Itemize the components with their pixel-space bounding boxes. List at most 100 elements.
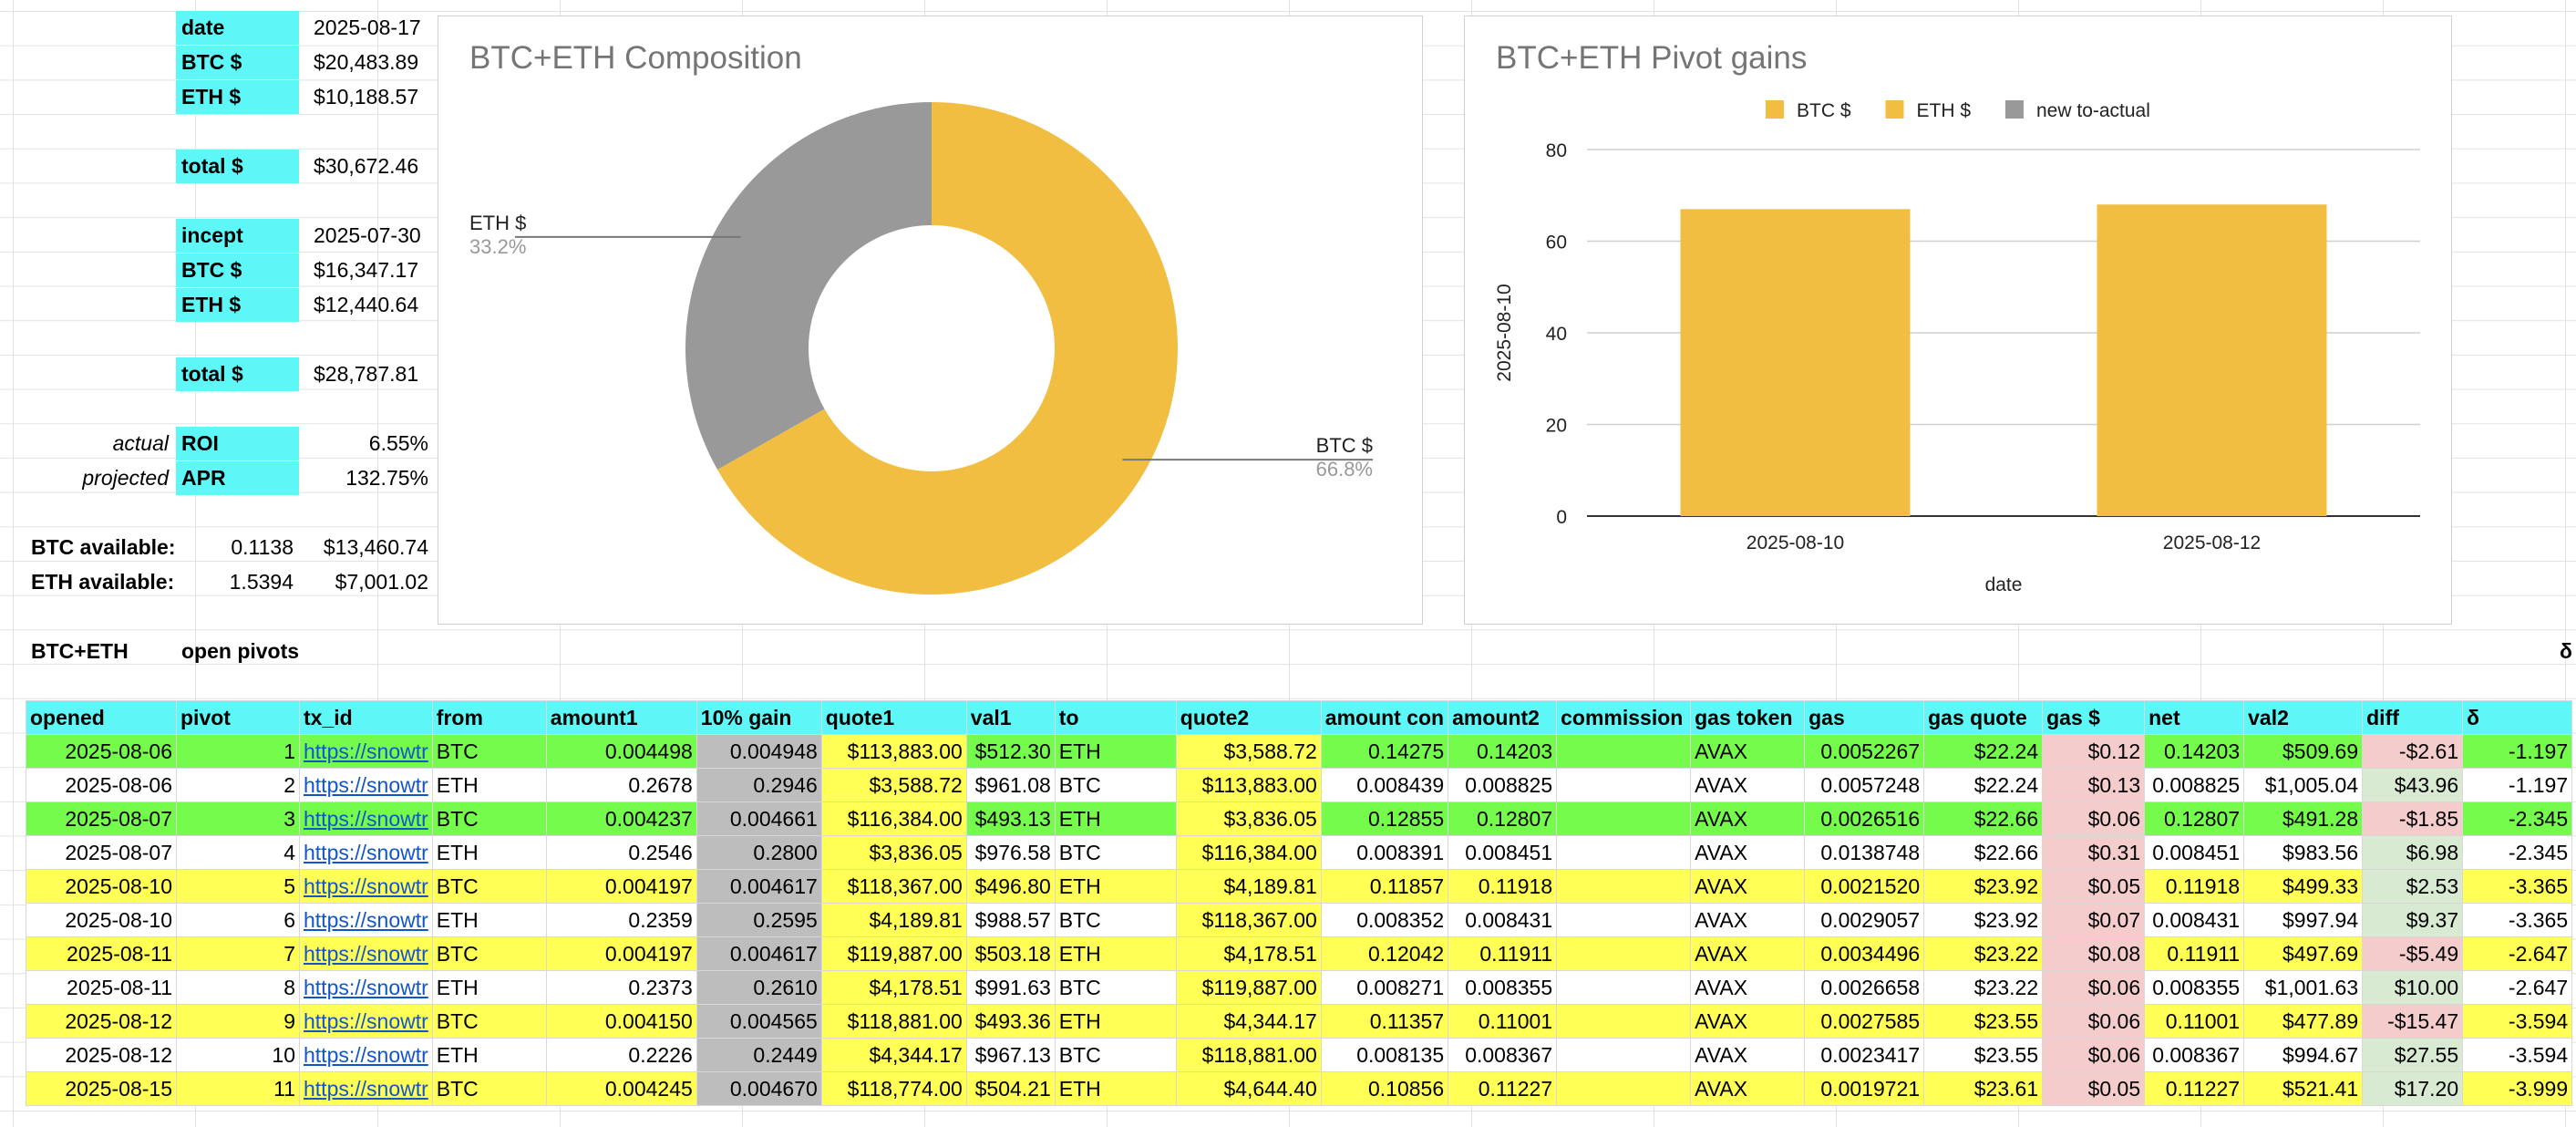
column-header[interactable]: gas quote (1923, 700, 2044, 735)
date-value[interactable]: 2025-08-17 (308, 11, 434, 45)
table-cell[interactable]: $23.22 (1923, 936, 2044, 971)
column-header[interactable]: gas (1804, 700, 1925, 735)
table-cell[interactable]: 0.008439 (1320, 768, 1449, 802)
table-cell[interactable]: 0.0034496 (1804, 936, 1925, 971)
table-cell[interactable]: -3.594 (2462, 1004, 2573, 1039)
table-cell[interactable]: $3,588.72 (1175, 734, 1322, 769)
table-cell[interactable]: ETH (1054, 869, 1177, 904)
table-cell[interactable] (1556, 970, 1692, 1005)
table-cell[interactable]: 0.2678 (545, 768, 697, 802)
table-cell[interactable]: 6 (176, 903, 300, 937)
table-cell[interactable] (1556, 734, 1692, 769)
table-cell[interactable]: 0.008451 (1448, 835, 1558, 870)
table-cell[interactable]: $0.13 (2042, 768, 2146, 802)
table-cell[interactable]: $477.89 (2243, 1004, 2364, 1039)
table-cell[interactable]: 0.11918 (1448, 869, 1558, 904)
table-cell[interactable]: 0.004197 (545, 869, 697, 904)
table-cell[interactable]: BTC (431, 801, 547, 836)
table-cell[interactable]: $503.18 (965, 936, 1056, 971)
table-cell[interactable]: 0.008825 (2144, 768, 2245, 802)
table-cell[interactable]: $967.13 (965, 1038, 1056, 1072)
table-cell[interactable]: $3,836.05 (1175, 801, 1322, 836)
table-cell[interactable]: 0.0026658 (1804, 970, 1925, 1005)
table-cell[interactable]: $0.31 (2042, 835, 2146, 870)
table-cell[interactable] (1556, 1004, 1692, 1039)
tx-link[interactable]: https://snowtr (299, 1038, 433, 1072)
table-cell[interactable]: 0.11227 (1448, 1071, 1558, 1106)
table-cell[interactable]: $4,178.51 (1175, 936, 1322, 971)
table-cell[interactable]: ETH (431, 903, 547, 937)
table-cell[interactable]: 0.2359 (545, 903, 697, 937)
btc-available-usd[interactable]: $13,460.74 (308, 531, 434, 564)
table-cell[interactable] (1556, 801, 1692, 836)
table-cell[interactable]: $988.57 (965, 903, 1056, 937)
date-label[interactable]: date (176, 11, 299, 45)
incept-value[interactable]: 2025-07-30 (308, 219, 434, 253)
column-header[interactable]: amount2 (1448, 700, 1558, 735)
eth-available-usd[interactable]: $7,001.02 (308, 565, 434, 599)
table-cell[interactable]: $499.33 (2243, 869, 2364, 904)
table-cell[interactable]: 0.11911 (1448, 936, 1558, 971)
table-cell[interactable]: $43.96 (2362, 768, 2464, 802)
table-cell[interactable]: $23.61 (1923, 1071, 2044, 1106)
column-header[interactable]: net (2144, 700, 2245, 735)
table-cell[interactable]: 0.11357 (1320, 1004, 1449, 1039)
table-cell[interactable]: $4,189.81 (820, 903, 967, 937)
table-cell[interactable]: BTC (1054, 1038, 1177, 1072)
incept-eth-label[interactable]: ETH $ (176, 288, 299, 322)
table-cell[interactable]: $961.08 (965, 768, 1056, 802)
table-cell[interactable]: 0.2946 (696, 768, 822, 802)
table-cell[interactable]: $23.92 (1923, 869, 2044, 904)
column-header[interactable]: opened (26, 700, 177, 735)
table-cell[interactable]: AVAX (1690, 835, 1806, 870)
incept-total-label[interactable]: total $ (176, 357, 299, 391)
table-cell[interactable]: 0.11918 (2144, 869, 2245, 904)
table-cell[interactable]: AVAX (1690, 869, 1806, 904)
btc-value[interactable]: $20,483.89 (308, 46, 434, 79)
table-cell[interactable]: 0.004565 (696, 1004, 822, 1039)
column-header[interactable]: tx_id (299, 700, 433, 735)
table-cell[interactable]: 0.008352 (1320, 903, 1449, 937)
table-cell[interactable]: $116,384.00 (820, 801, 967, 836)
table-cell[interactable]: $0.05 (2042, 869, 2146, 904)
table-cell[interactable]: $0.12 (2042, 734, 2146, 769)
column-header[interactable]: diff (2362, 700, 2464, 735)
column-header[interactable]: quote2 (1175, 700, 1322, 735)
table-cell[interactable]: -3.594 (2462, 1038, 2573, 1072)
table-cell[interactable]: $4,178.51 (820, 970, 967, 1005)
incept-btc-label[interactable]: BTC $ (176, 253, 299, 287)
column-header[interactable]: gas token (1690, 700, 1806, 735)
table-cell[interactable]: $9.37 (2362, 903, 2464, 937)
roi-value[interactable]: 6.55% (308, 427, 434, 460)
table-cell[interactable]: 0.008825 (1448, 768, 1558, 802)
table-cell[interactable]: ETH (1054, 734, 1177, 769)
column-header[interactable]: δ (2462, 700, 2573, 735)
table-cell[interactable]: $22.66 (1923, 835, 2044, 870)
tx-link[interactable]: https://snowtr (299, 1071, 433, 1106)
table-cell[interactable]: 0.11911 (2144, 936, 2245, 971)
table-cell[interactable]: 10 (176, 1038, 300, 1072)
table-cell[interactable]: -$1.85 (2362, 801, 2464, 836)
table-cell[interactable]: $4,344.17 (1175, 1004, 1322, 1039)
table-cell[interactable]: 2025-08-07 (26, 801, 177, 836)
table-cell[interactable]: BTC (431, 1004, 547, 1039)
column-header[interactable]: amount con (1320, 700, 1449, 735)
table-cell[interactable]: AVAX (1690, 903, 1806, 937)
table-cell[interactable]: 8 (176, 970, 300, 1005)
table-cell[interactable]: 0.2595 (696, 903, 822, 937)
table-cell[interactable]: BTC (1054, 768, 1177, 802)
table-cell[interactable]: AVAX (1690, 734, 1806, 769)
table-cell[interactable]: 0.14275 (1320, 734, 1449, 769)
table-cell[interactable]: $991.63 (965, 970, 1056, 1005)
table-cell[interactable]: 0.0027585 (1804, 1004, 1925, 1039)
table-cell[interactable]: 2025-08-12 (26, 1004, 177, 1039)
table-cell[interactable]: BTC (431, 1071, 547, 1106)
roi-label[interactable]: ROI (176, 427, 299, 460)
table-cell[interactable]: $4,644.40 (1175, 1071, 1322, 1106)
btc-available-qty[interactable]: 0.1138 (176, 531, 299, 564)
table-cell[interactable]: $119,887.00 (1175, 970, 1322, 1005)
table-cell[interactable]: -2.647 (2462, 970, 2573, 1005)
btc-label[interactable]: BTC $ (176, 46, 299, 79)
table-cell[interactable]: ETH (1054, 1071, 1177, 1106)
table-cell[interactable]: 0.12807 (1448, 801, 1558, 836)
